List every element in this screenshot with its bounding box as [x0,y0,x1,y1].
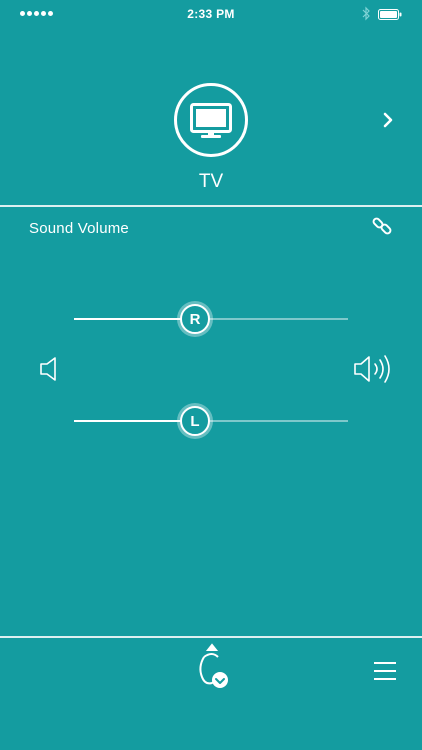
right-volume-slider[interactable]: R [74,304,348,334]
section-title: Sound Volume [29,220,129,237]
slider-thumb-right[interactable]: R [180,304,210,334]
device-name: TV [198,171,224,192]
hearing-aid-icon[interactable] [192,643,232,693]
link-icon[interactable] [371,215,393,237]
status-time: 2:33 PM [187,7,235,21]
tv-icon [190,103,232,138]
speaker-low-icon[interactable] [38,355,60,383]
chevron-right-icon[interactable] [380,111,396,129]
menu-icon[interactable] [374,662,396,682]
speaker-high-icon[interactable] [353,352,395,386]
divider [0,636,422,638]
status-bar: 2:33 PM [0,0,422,30]
battery-icon [378,9,402,20]
bluetooth-icon [362,6,370,21]
slider-track [74,420,348,422]
slider-fill [74,420,195,422]
left-volume-slider[interactable]: L [74,406,348,436]
divider [0,205,422,207]
slider-track [74,318,348,320]
slider-thumb-left[interactable]: L [180,406,210,436]
slider-fill [74,318,195,320]
